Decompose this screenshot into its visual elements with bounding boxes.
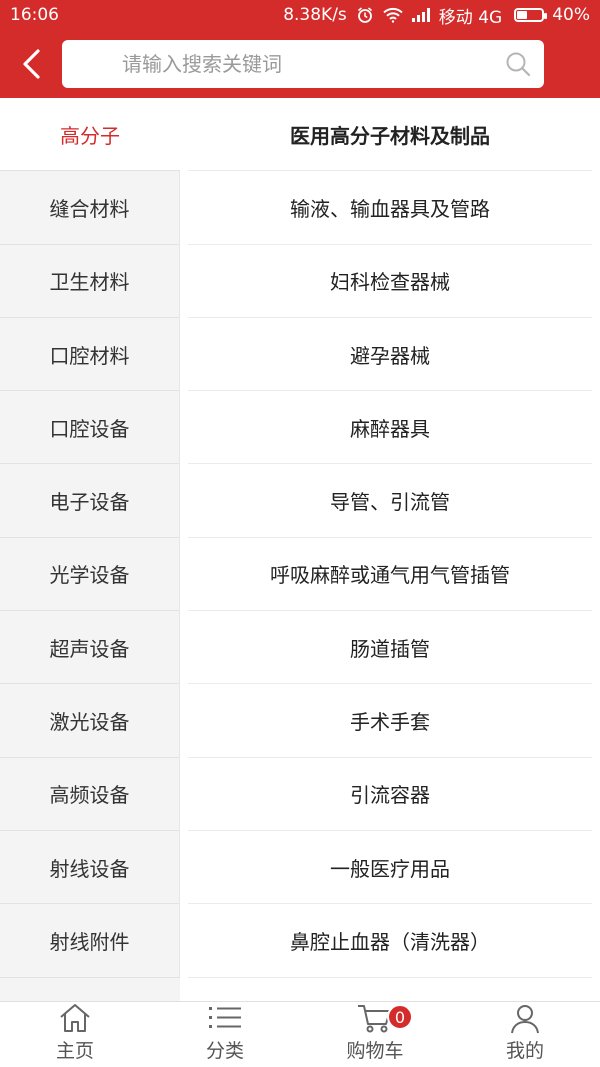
search-input[interactable] (122, 52, 504, 76)
nav-cart-label: 购物车 (346, 1040, 404, 1062)
nav-category-label: 分类 (205, 1040, 244, 1062)
list-item[interactable]: 输液、输血器具及管路 (188, 171, 592, 245)
list-item[interactable]: 一般医疗用品 (188, 831, 592, 905)
nav-category[interactable]: 分类 (150, 1002, 300, 1067)
sidebar-item-electronic[interactable]: 电子设备 (0, 464, 180, 538)
list-item[interactable]: 避孕器械 (188, 318, 592, 392)
nav-home[interactable]: 主页 (0, 1002, 150, 1067)
alarm-icon (355, 5, 375, 25)
home-icon (55, 1002, 95, 1034)
nav-cart[interactable]: 0 购物车 (300, 1002, 450, 1067)
battery-percent: 40% (552, 5, 590, 25)
search-box[interactable] (62, 40, 544, 88)
status-time: 16:06 (10, 5, 59, 25)
search-icon[interactable] (504, 50, 532, 78)
network-speed: 8.38K/s (283, 5, 347, 25)
wifi-icon (383, 5, 403, 25)
user-icon (505, 1002, 545, 1034)
list-item[interactable]: 麻醉器具 (188, 391, 592, 465)
battery-icon (514, 8, 548, 22)
cart-badge: 0 (387, 1004, 413, 1030)
chevron-left-icon (23, 49, 40, 79)
list-icon (205, 1002, 245, 1034)
bottom-nav: 主页 分类 0 购物车 我的 (0, 1001, 600, 1067)
list-item[interactable]: 手术手套 (188, 684, 592, 758)
sidebar-item-ultrasound[interactable]: 超声设备 (0, 611, 180, 685)
list-item[interactable]: 呼吸麻醉或通气用气管插管 (188, 538, 592, 612)
signal-icon (411, 5, 431, 25)
sidebar-item-radiation[interactable]: 射线设备 (0, 830, 180, 905)
list-item[interactable]: 妇科检查器械 (188, 245, 592, 318)
sidebar-item-dental-material[interactable]: 口腔材料 (0, 317, 180, 392)
sidebar-item-suture[interactable]: 缝合材料 (0, 171, 180, 245)
category-sidebar: 高分子 缝合材料 卫生材料 口腔材料 口腔设备 电子设备 光学设备 超声设备 激… (0, 98, 180, 1001)
sidebar-item-laser[interactable]: 激光设备 (0, 684, 180, 758)
status-right: 8.38K/s 移动 4G 40% (283, 3, 590, 28)
subcategory-list: 医用高分子材料及制品 输液、输血器具及管路 妇科检查器械 避孕器械 麻醉器具 导… (180, 98, 600, 1001)
sidebar-item-sanitary[interactable]: 卫生材料 (0, 244, 180, 318)
sidebar-item-polymer[interactable]: 高分子 (0, 98, 180, 172)
sidebar-item-dental-equipment[interactable]: 口腔设备 (0, 391, 180, 465)
status-bar: 16:06 8.38K/s 移动 4G 40% (0, 0, 600, 30)
list-item[interactable]: 肠道插管 (188, 611, 592, 685)
list-item[interactable]: 引流容器 (188, 758, 592, 831)
subcategory-heading[interactable]: 医用高分子材料及制品 (188, 98, 592, 172)
nav-mine[interactable]: 我的 (450, 1002, 600, 1067)
carrier-label: 移动 4G (438, 7, 503, 28)
sidebar-item-high-frequency[interactable]: 高频设备 (0, 757, 180, 831)
list-item[interactable]: 导管、引流管 (188, 464, 592, 538)
list-item[interactable]: 鼻腔止血器（清洗器） (188, 904, 592, 978)
content-area: 高分子 缝合材料 卫生材料 口腔材料 口腔设备 电子设备 光学设备 超声设备 激… (0, 98, 600, 1001)
sidebar-item-radiation-accessory[interactable]: 射线附件 (0, 904, 180, 978)
back-button[interactable] (0, 30, 62, 98)
nav-mine-label: 我的 (505, 1040, 544, 1062)
battery-fill (517, 11, 527, 19)
sidebar-item-optical[interactable]: 光学设备 (0, 537, 180, 612)
nav-home-label: 主页 (55, 1040, 94, 1062)
header (0, 30, 600, 98)
